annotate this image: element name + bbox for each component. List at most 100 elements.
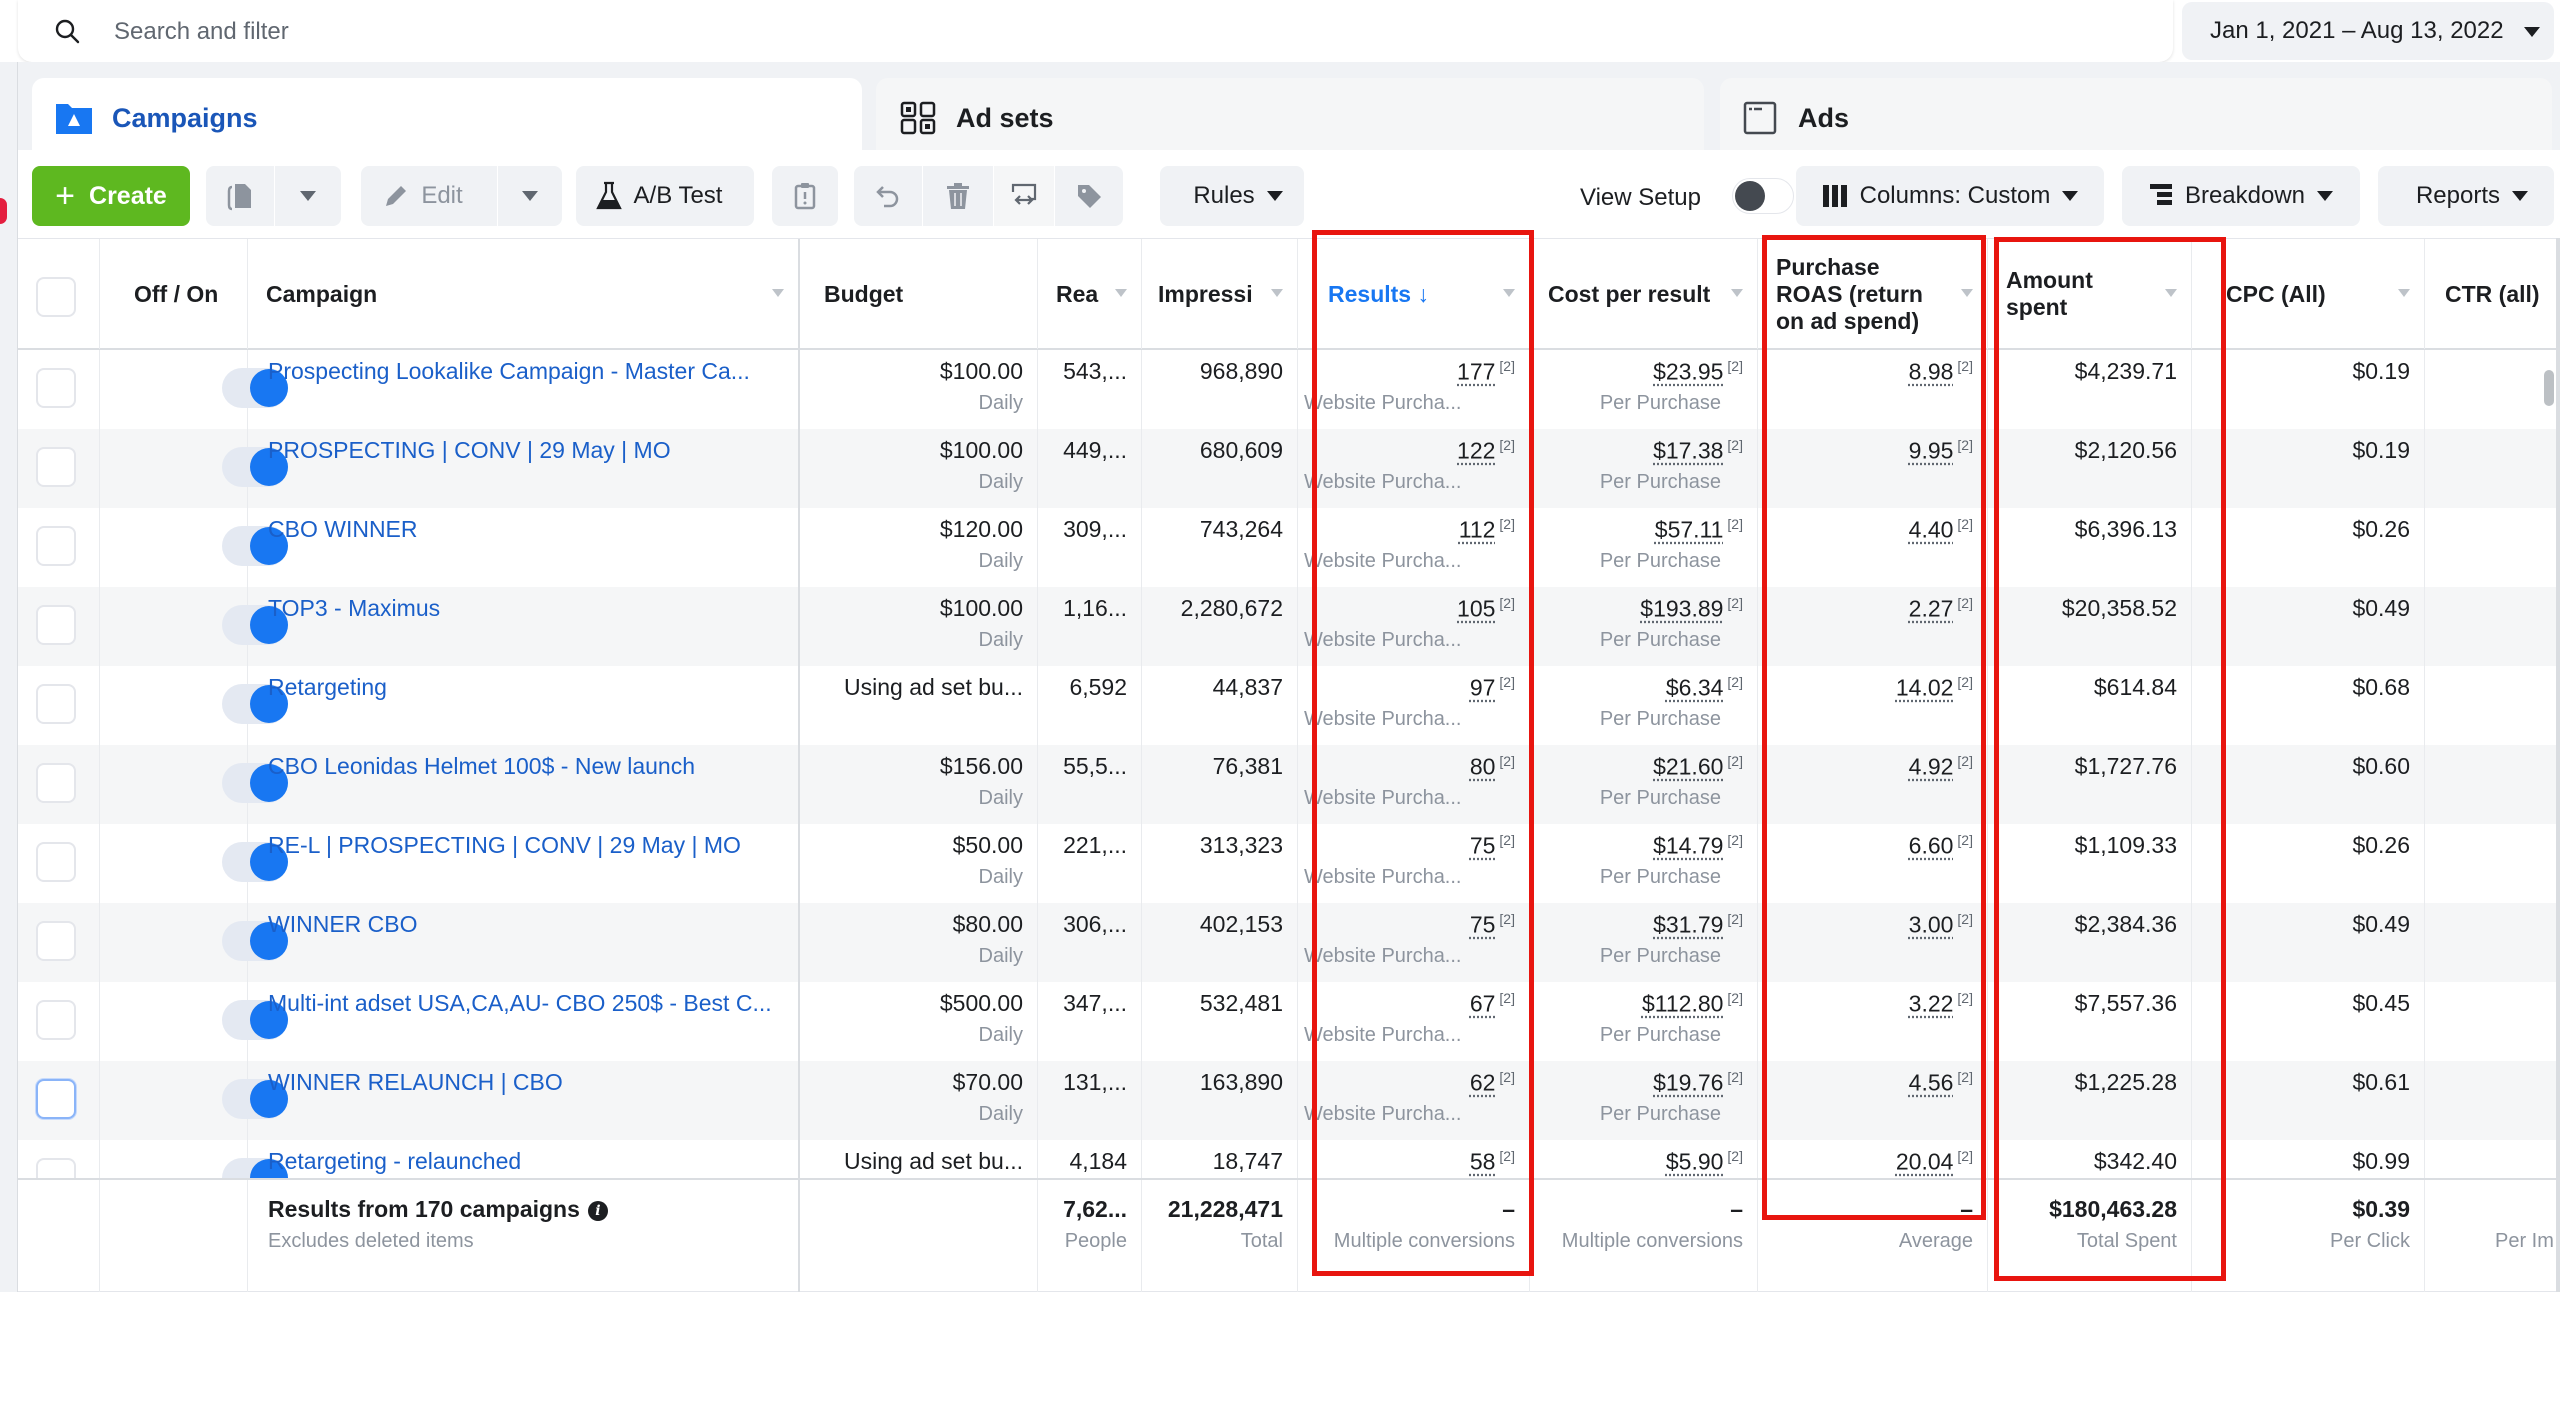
breakdown-button[interactable]: Breakdown (2122, 166, 2360, 226)
header-impressions[interactable]: Impressi (1142, 239, 1298, 349)
delete-button[interactable] (923, 166, 993, 226)
campaign-name-link[interactable]: Retargeting - relaunched (268, 1148, 521, 1175)
campaign-name-link[interactable]: WINNER CBO (268, 911, 418, 938)
row-checkbox[interactable] (36, 1158, 76, 1178)
row-checkbox[interactable] (36, 1079, 76, 1119)
cell-value[interactable]: $5.90 [2] (1666, 1148, 1743, 1176)
campaign-name-link[interactable]: RE-L | PROSPECTING | CONV | 29 May | MO (268, 832, 741, 859)
table-row[interactable]: Retargeting - relaunched Using ad set bu.… (18, 1140, 2560, 1178)
sort-icon[interactable] (1503, 289, 1515, 297)
table-row[interactable]: WINNER CBO $80.00 Daily 306,... 402,153 75 [2]… (18, 903, 2560, 982)
edit-button[interactable]: Edit (361, 166, 497, 226)
cell-value[interactable]: 105 [2] (1457, 595, 1515, 623)
table-row[interactable]: TOP3 - Maximus $100.00 Daily 1,16... 2,280,6… (18, 587, 2560, 666)
header-cpc[interactable]: CPC (All) (2192, 239, 2425, 349)
table-row[interactable]: CBO WINNER $120.00 Daily 309,... 743,264 112[… (18, 508, 2560, 587)
undo-button[interactable] (854, 166, 922, 226)
table-row[interactable]: CBO Leonidas Helmet 100$ - New launch $15… (18, 745, 2560, 824)
rules-button[interactable]: Rules (1160, 166, 1304, 226)
date-range-picker[interactable]: Jan 1, 2021 – Aug 13, 2022 (2182, 2, 2554, 60)
cell-value[interactable]: 8.98 [2] (1909, 358, 1973, 386)
paste-button[interactable] (772, 166, 838, 226)
cell-value[interactable]: 62 [2] (1470, 1069, 1515, 1097)
tab-ad-sets[interactable]: Ad sets (876, 78, 1704, 158)
cell-value[interactable]: 14.02 [2] (1896, 674, 1973, 702)
tab-campaigns[interactable]: Campaigns (32, 78, 862, 158)
row-checkbox[interactable] (36, 368, 76, 408)
campaign-name-link[interactable]: WINNER RELAUNCH | CBO (268, 1069, 563, 1096)
tag-button[interactable] (1055, 166, 1123, 226)
cell-value[interactable]: 122 [2] (1457, 437, 1515, 465)
search-bar[interactable]: Search and filter (18, 0, 2173, 62)
vertical-scrollbar[interactable] (2544, 370, 2554, 406)
cell-value[interactable]: $21.60 [2] (1653, 753, 1743, 781)
cell-value[interactable]: $193.89 [2] (1640, 595, 1743, 623)
cell-value[interactable]: 67 [2] (1470, 990, 1515, 1018)
table-row[interactable]: RE-L | PROSPECTING | CONV | 29 May | MO $… (18, 824, 2560, 903)
table-row[interactable]: PROSPECTING | CONV | 29 May | MO $100.00 D… (18, 429, 2560, 508)
table-row[interactable]: WINNER RELAUNCH | CBO $70.00 Daily 131,... 1… (18, 1061, 2560, 1140)
header-amount-spent[interactable]: Amount spent (1988, 239, 2192, 349)
select-all-checkbox[interactable] (36, 277, 76, 317)
cell-value[interactable]: $14.79 [2] (1653, 832, 1743, 860)
header-budget[interactable]: Budget (800, 239, 1038, 349)
row-checkbox[interactable] (36, 842, 76, 882)
row-checkbox[interactable] (36, 763, 76, 803)
sort-icon[interactable] (2165, 289, 2177, 297)
cell-value[interactable]: $57.11 [2] (1655, 516, 1743, 544)
cell-value[interactable]: $6.34 [2] (1666, 674, 1743, 702)
table-row[interactable]: Multi-int adset USA,CA,AU- CBO 250$ - Be… (18, 982, 2560, 1061)
cell-value[interactable]: $112.80 [2] (1642, 990, 1743, 1018)
cell-value[interactable]: 75 [2] (1470, 911, 1515, 939)
columns-button[interactable]: Columns: Custom (1796, 166, 2104, 226)
edit-dropdown[interactable] (498, 166, 562, 226)
cell-value[interactable]: 6.60 [2] (1909, 832, 1973, 860)
create-button[interactable]: + Create (32, 166, 190, 226)
cell-value[interactable]: 97 [2] (1470, 674, 1515, 702)
cell-value[interactable]: 75 [2] (1470, 832, 1515, 860)
export-button[interactable] (994, 166, 1054, 226)
campaign-name-link[interactable]: CBO Leonidas Helmet 100$ - New launch (268, 753, 695, 780)
header-cost-per-result[interactable]: Cost per result (1530, 239, 1758, 349)
sort-icon[interactable] (1271, 289, 1283, 297)
reports-button[interactable]: Reports (2378, 166, 2554, 226)
cell-value[interactable]: 2.27 [2] (1909, 595, 1973, 623)
cell-value[interactable]: $19.76 [2] (1653, 1069, 1743, 1097)
row-checkbox[interactable] (36, 1000, 76, 1040)
cell-value[interactable]: 3.22 [2] (1909, 990, 1973, 1018)
cell-value[interactable]: 80 [2] (1470, 753, 1515, 781)
campaign-name-link[interactable]: Retargeting (268, 674, 387, 701)
duplicate-button[interactable] (206, 166, 274, 226)
cell-value[interactable]: 112 [2] (1459, 516, 1515, 544)
sort-icon[interactable] (1115, 289, 1127, 297)
cell-value[interactable]: 20.04 [2] (1896, 1148, 1973, 1176)
ab-test-button[interactable]: A/B Test (576, 166, 754, 226)
cell-value[interactable]: 58 [2] (1470, 1148, 1515, 1176)
cell-value[interactable]: 177 [2] (1457, 358, 1515, 386)
sort-icon[interactable] (2398, 289, 2410, 297)
header-roas[interactable]: Purchase ROAS (return on ad spend) (1758, 239, 1988, 349)
header-campaign[interactable]: Campaign (248, 239, 800, 349)
cell-value[interactable]: 3.00 [2] (1909, 911, 1973, 939)
sort-icon[interactable] (1731, 289, 1743, 297)
campaign-name-link[interactable]: Prospecting Lookalike Campaign - Master … (268, 358, 750, 385)
row-checkbox[interactable] (36, 526, 76, 566)
view-setup-toggle[interactable] (1732, 178, 1794, 214)
sort-icon[interactable] (1961, 289, 1973, 297)
search-input[interactable]: Search and filter (114, 18, 289, 46)
header-reach[interactable]: Rea (1038, 239, 1142, 349)
header-ctr[interactable]: CTR (all) (2425, 239, 2560, 349)
cell-value[interactable]: 4.56 [2] (1909, 1069, 1973, 1097)
campaign-name-link[interactable]: Multi-int adset USA,CA,AU- CBO 250$ - Be… (268, 990, 772, 1017)
campaign-name-link[interactable]: PROSPECTING | CONV | 29 May | MO (268, 437, 671, 464)
row-checkbox[interactable] (36, 447, 76, 487)
cell-value[interactable]: 4.40 [2] (1909, 516, 1973, 544)
cell-value[interactable]: 4.92 [2] (1909, 753, 1973, 781)
campaign-name-link[interactable]: TOP3 - Maximus (268, 595, 440, 622)
header-results[interactable]: Results ↓ (1298, 239, 1530, 349)
cell-value[interactable]: $17.38 [2] (1653, 437, 1743, 465)
cell-value[interactable]: $23.95 [2] (1653, 358, 1743, 386)
table-row[interactable]: Prospecting Lookalike Campaign - Master … (18, 350, 2560, 429)
row-checkbox[interactable] (36, 605, 76, 645)
table-row[interactable]: Retargeting Using ad set bu... 6,592 44,837… (18, 666, 2560, 745)
